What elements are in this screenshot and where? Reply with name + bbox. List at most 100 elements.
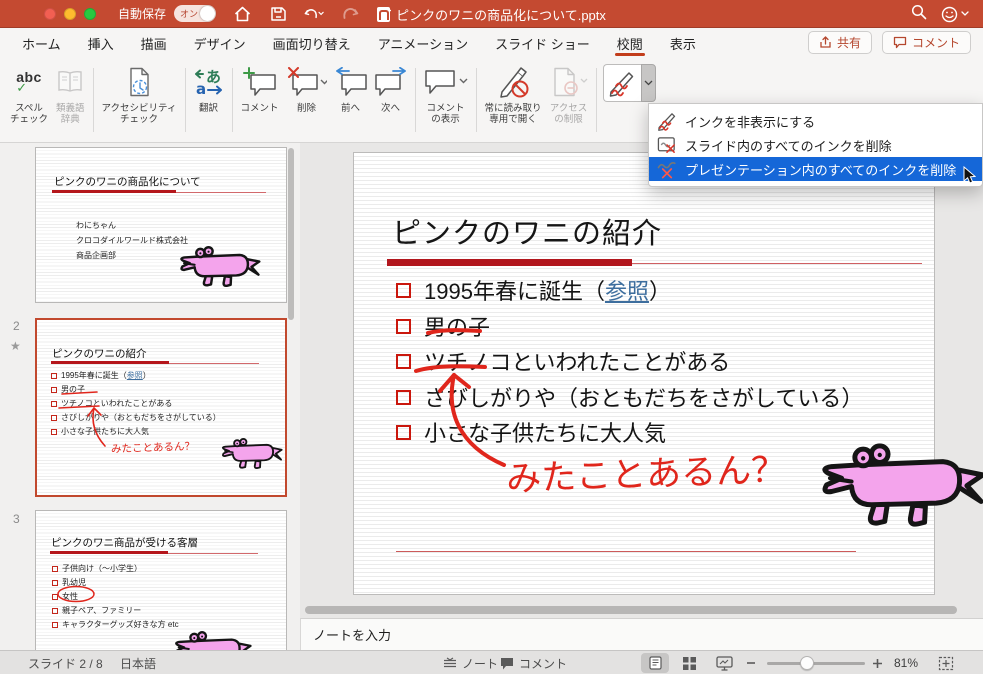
slide-sorter-view-button[interactable] (676, 653, 702, 673)
window-title: ピンクのワニの商品化について.pptx (396, 7, 606, 23)
next-comment-button[interactable]: 次へ (371, 62, 411, 140)
zoom-slider-knob[interactable] (800, 656, 814, 670)
normal-view-button[interactable] (641, 653, 669, 673)
zoom-window-button[interactable] (84, 7, 96, 20)
pink-crocodile-drawing (174, 631, 252, 650)
fit-to-window-icon (938, 656, 954, 670)
notes-toggle[interactable]: ノート (443, 651, 498, 674)
ink-pen-icon (609, 72, 634, 97)
next-comment-icon (374, 64, 407, 100)
notes-pane[interactable]: ノートを入力 (300, 618, 983, 650)
tab-slideshow[interactable]: スライド ショー (495, 28, 590, 58)
slide-thumbnail-2[interactable]: ピンクのワニの紹介 1995年春に誕生（参照） 男の子 ツチノコといわれたことが… (35, 318, 287, 497)
toggle-knob (200, 6, 216, 21)
powerpoint-window: 自動保存 オン ピンクのワニの商品化について.pptx ホーム 挿入 描画 デザ… (0, 0, 983, 674)
ink-dropdown-button[interactable] (640, 64, 656, 102)
accessibility-check-button[interactable]: アクセシビリティ チェック (98, 62, 181, 140)
ink-dropdown-menu: インクを非表示にする スライド内のすべてのインクを削除 プレゼンテーション内のす… (648, 103, 983, 187)
slideshow-icon (715, 655, 733, 671)
slide-bullet-5[interactable]: 小さな子供たちに大人気 (396, 417, 666, 447)
slide-thumbnail-3[interactable]: ピンクのワニ商品が受ける客層 子供向け（～小学生） 乳幼児 女性 親子ペア、ファ… (35, 510, 287, 650)
comments-button[interactable]: コメント (881, 31, 971, 54)
undo-icon[interactable] (304, 4, 324, 24)
menu-item-delete-presentation-ink[interactable]: プレゼンテーション内のすべてのインクを削除 (649, 157, 982, 184)
thesaurus-button[interactable]: 類義語 辞典 (52, 62, 89, 140)
spell-check-icon: abc ✓ (16, 69, 42, 95)
comment-filled-icon (501, 657, 513, 669)
slideshow-view-button[interactable] (710, 653, 738, 673)
thesaurus-book-icon (56, 64, 84, 100)
tab-insert[interactable]: 挿入 (88, 28, 114, 58)
menu-item-hide-ink[interactable]: インクを非表示にする (649, 109, 982, 133)
autosave-toggle[interactable]: オン (174, 5, 217, 22)
account-smiley-icon[interactable] (941, 6, 969, 23)
previous-comment-icon (335, 64, 367, 100)
ink-handwriting-note: みたことあるん？ (505, 450, 787, 499)
slide-footer-line (396, 551, 856, 552)
delete-comment-button[interactable]: 削除 (283, 62, 331, 140)
accessibility-check-icon (125, 64, 153, 100)
slide-thumbnail-panel: ピンクのワニの商品化について わにちゃん クロコダイルワールド株式会社 商品企画… (0, 143, 300, 650)
previous-comment-button[interactable]: 前へ (331, 62, 371, 140)
tab-draw[interactable]: 描画 (141, 28, 167, 58)
slide-bullet-4[interactable]: さびしがりや（おともだちをさがしている） (396, 382, 863, 412)
close-window-button[interactable] (44, 7, 56, 20)
slide-title[interactable]: ピンクのワニの紹介 (392, 210, 662, 252)
redo-icon[interactable] (340, 4, 360, 24)
search-icon[interactable] (911, 4, 927, 25)
titlebar: 自動保存 オン ピンクのワニの商品化について.pptx (0, 0, 983, 28)
reference-link[interactable]: 参照 (605, 279, 649, 304)
restrict-access-button[interactable]: アクセス の制限 (546, 62, 592, 140)
delete-slide-ink-icon (657, 137, 675, 153)
comments-toggle[interactable]: コメント (500, 651, 567, 674)
new-comment-button[interactable]: コメント (237, 62, 283, 140)
spell-check-button[interactable]: abc ✓ スペル チェック (6, 62, 52, 140)
svg-text:a: a (196, 80, 206, 97)
menu-item-delete-slide-ink[interactable]: スライド内のすべてのインクを削除 (649, 133, 982, 157)
tab-home[interactable]: ホーム (22, 28, 61, 58)
zoom-out-button[interactable] (746, 651, 756, 674)
share-icon (820, 36, 831, 48)
quick-access-menu-icon[interactable] (376, 4, 396, 24)
slide-bullet-3[interactable]: ツチノコといわれたことがある (396, 346, 730, 376)
minus-icon (747, 662, 755, 664)
zoom-in-button[interactable] (872, 651, 883, 674)
tab-design[interactable]: デザイン (194, 28, 246, 58)
notes-placeholder: ノートを入力 (313, 628, 392, 643)
translate-icon: あ a (194, 64, 224, 100)
share-button[interactable]: 共有 (807, 31, 872, 54)
translate-button[interactable]: あ a 翻訳 (190, 62, 228, 140)
show-comments-button[interactable]: コメント の表示 (420, 62, 472, 140)
zoom-slider-track[interactable] (767, 662, 865, 665)
slide-sorter-icon (682, 656, 696, 670)
slide-bullet-2[interactable]: 男の子 (396, 311, 490, 341)
home-icon[interactable] (232, 4, 252, 24)
slide-thumbnail-1[interactable]: ピンクのワニの商品化について わにちゃん クロコダイルワールド株式会社 商品企画… (35, 147, 287, 303)
new-comment-icon (242, 64, 277, 100)
horizontal-scrollbar[interactable] (305, 606, 957, 614)
bullet-checkbox (396, 318, 411, 334)
ribbon-tab-row: ホーム 挿入 描画 デザイン 画面切り替え アニメーション スライド ショー 校… (0, 28, 983, 58)
plus-icon (873, 658, 882, 668)
bullet-checkbox (396, 282, 411, 298)
always-open-read-only-button[interactable]: 常に読み取り 専用で開く (481, 62, 546, 140)
hide-ink-button[interactable] (602, 64, 641, 102)
tab-transitions[interactable]: 画面切り替え (273, 28, 351, 58)
svg-text:あ: あ (206, 68, 221, 86)
tab-animations[interactable]: アニメーション (378, 28, 468, 58)
autosave-label: 自動保存 (118, 7, 167, 21)
autosave-state: オン (180, 9, 199, 19)
tab-review[interactable]: 校閲 (614, 28, 645, 58)
tab-view[interactable]: 表示 (670, 28, 696, 58)
zoom-level[interactable]: 81% (894, 651, 918, 674)
comment-icon (893, 36, 907, 49)
slide-bullet-1[interactable]: 1995年春に誕生（参照） (396, 275, 671, 305)
hide-ink-icon (658, 113, 676, 131)
ink-circle-annotation (57, 585, 95, 603)
sidebar-scrollbar[interactable] (288, 148, 294, 320)
save-icon[interactable] (268, 4, 288, 24)
language-indicator[interactable]: 日本語 (120, 651, 156, 674)
pink-crocodile-drawing (820, 443, 983, 535)
minimize-window-button[interactable] (64, 7, 76, 20)
fit-slide-to-window-button[interactable] (938, 651, 954, 674)
